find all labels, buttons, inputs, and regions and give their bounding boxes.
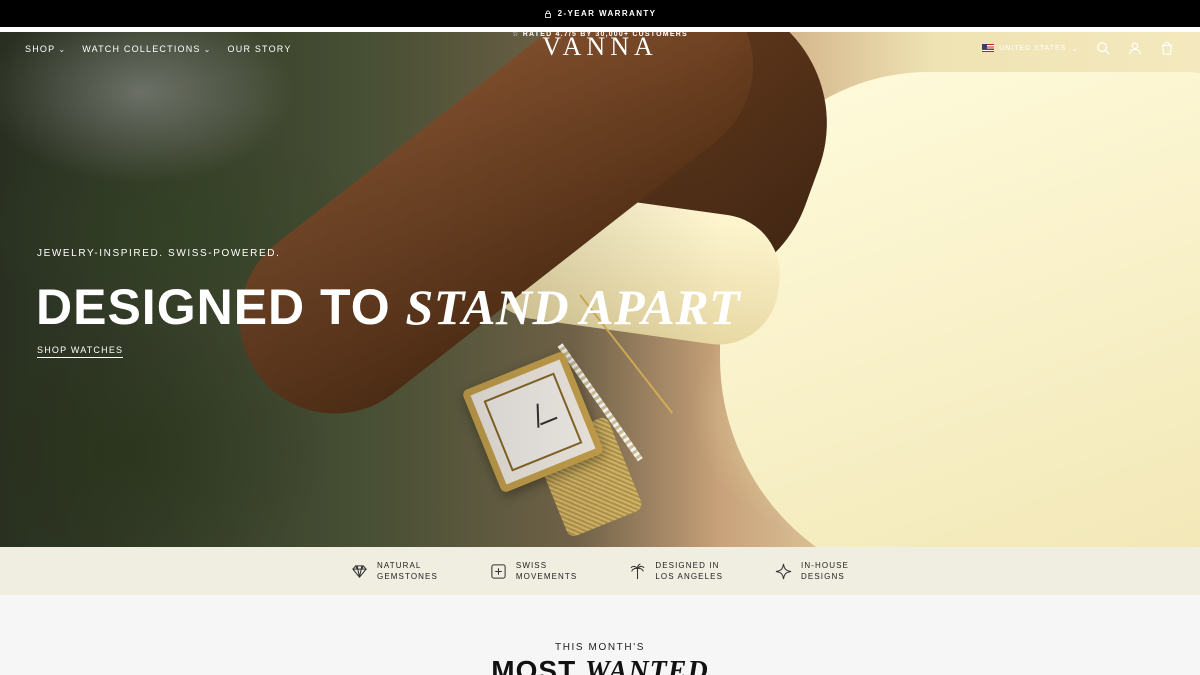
feature-natural-gemstones: NATURAL GEMSTONES: [351, 560, 438, 582]
feature-line2: DESIGNS: [801, 572, 845, 581]
feature-line2: LOS ANGELES: [655, 572, 724, 581]
most-wanted-title-italic: WANTED: [584, 656, 709, 675]
nav-watch-collections[interactable]: WATCH COLLECTIONS ⌄: [82, 44, 211, 54]
most-wanted-title-plain: MOST: [491, 655, 577, 675]
chevron-down-icon: ⌄: [1071, 43, 1079, 53]
nav-shop[interactable]: SHOP ⌄: [25, 44, 66, 54]
lock-icon: [544, 10, 551, 18]
hero-eyebrow: JEWELRY-INSPIRED. SWISS-POWERED.: [37, 248, 281, 259]
most-wanted-section: THIS MONTH'S MOST WANTED: [0, 595, 1200, 675]
us-flag-icon: [982, 44, 995, 52]
diamond-icon: [352, 564, 367, 578]
feature-swiss-movements: SWISS MOVEMENTS: [490, 560, 577, 582]
search-icon: [1097, 42, 1110, 55]
account-button[interactable]: [1127, 40, 1143, 56]
account-icon: [1129, 42, 1141, 55]
most-wanted-eyebrow: THIS MONTH'S: [555, 642, 645, 653]
announcement-text: 2-YEAR WARRANTY: [557, 9, 657, 18]
nav-our-story[interactable]: OUR STORY: [228, 44, 292, 54]
country-selector[interactable]: UNITED STATES ⌄: [982, 44, 1079, 53]
palm-tree-icon: [630, 562, 645, 579]
feature-designed-in-la: DESIGNED IN LOS ANGELES: [629, 560, 723, 582]
hero-headline-italic: STAND APART: [405, 279, 741, 335]
feature-line1: SWISS: [515, 561, 548, 570]
features-bar: NATURAL GEMSTONES SWISS MOVEMENTS DESIGN…: [0, 547, 1200, 595]
nav-our-story-label: OUR STORY: [227, 44, 292, 54]
feature-line1: DESIGNED IN: [655, 561, 720, 570]
cart-icon: [1161, 41, 1173, 55]
announcement-bar: 2-YEAR WARRANTY: [0, 0, 1200, 27]
feature-line1: IN-HOUSE: [801, 561, 849, 570]
main-nav: SHOP ⌄ WATCH COLLECTIONS ⌄ OUR STORY: [25, 44, 292, 54]
nav-watch-collections-label: WATCH COLLECTIONS: [82, 44, 201, 54]
feature-in-house-designs: IN-HOUSE DESIGNS: [775, 560, 849, 582]
feature-line1: NATURAL: [377, 561, 422, 570]
feature-line2: MOVEMENTS: [515, 572, 578, 581]
chevron-down-icon: ⌄: [203, 44, 212, 54]
hero-headline: DESIGNED TO STAND APART: [36, 278, 740, 336]
chevron-down-icon: ⌄: [58, 44, 67, 54]
header-actions: UNITED STATES ⌄: [982, 40, 1175, 56]
nav-shop-label: SHOP: [25, 44, 56, 54]
most-wanted-title: MOST WANTED: [0, 655, 1200, 675]
hero-headline-plain: DESIGNED TO: [36, 279, 391, 335]
feature-line2: GEMSTONES: [377, 572, 438, 581]
country-label: UNITED STATES: [999, 44, 1067, 52]
swiss-cross-icon: [491, 563, 506, 579]
search-button[interactable]: [1095, 40, 1111, 56]
shop-watches-link[interactable]: SHOP WATCHES: [37, 345, 124, 358]
sparkle-icon: [775, 563, 792, 579]
cart-button[interactable]: [1159, 40, 1175, 56]
